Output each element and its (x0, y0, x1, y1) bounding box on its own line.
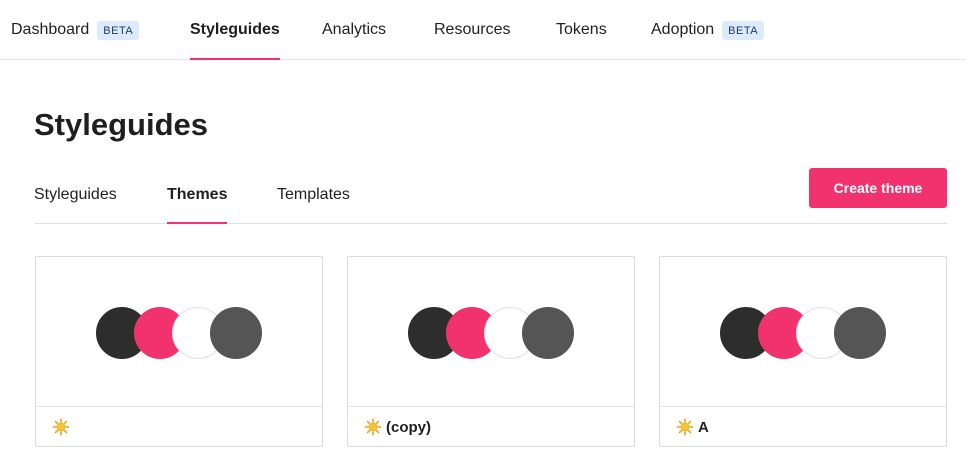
sun-icon (676, 418, 694, 436)
sun-icon (52, 418, 70, 436)
nav-item-label: Analytics (322, 21, 387, 38)
page-title: Styleguides (34, 107, 208, 142)
theme-card[interactable]: A (659, 256, 947, 447)
theme-name-row (52, 407, 74, 447)
tab-label: Themes (167, 185, 228, 203)
theme-preview (348, 257, 634, 407)
beta-badge: BETA (722, 20, 765, 40)
color-swatches (408, 307, 574, 359)
nav-item-resources[interactable]: Resources (434, 0, 510, 60)
theme-name: (copy) (386, 418, 431, 436)
beta-badge: BETA (97, 20, 140, 40)
theme-card[interactable]: (copy) (347, 256, 635, 447)
theme-name-row: (copy) (364, 407, 431, 447)
swatch-gray (522, 307, 574, 359)
nav-item-label: Dashboard (11, 21, 90, 38)
tab-label: Styleguides (34, 185, 117, 203)
tab-themes[interactable]: Themes (167, 166, 228, 224)
theme-preview (660, 257, 946, 407)
swatch-gray (210, 307, 262, 359)
theme-name: A (698, 418, 709, 436)
nav-item-tokens[interactable]: Tokens (556, 0, 607, 60)
nav-item-label: Adoption (651, 21, 715, 38)
nav-item-adoption[interactable]: Adoption BETA (651, 0, 765, 60)
theme-name-row: A (676, 407, 709, 447)
nav-item-styleguides[interactable]: Styleguides (190, 0, 280, 60)
create-theme-button[interactable]: Create theme (809, 168, 947, 208)
color-swatches (96, 307, 262, 359)
nav-item-label: Resources (434, 21, 511, 38)
tab-templates[interactable]: Templates (277, 166, 350, 223)
top-navigation: Dashboard BETA Styleguides Analytics Res… (0, 0, 966, 60)
theme-card[interactable] (35, 256, 323, 447)
tab-label: Templates (277, 185, 350, 203)
nav-item-analytics[interactable]: Analytics (322, 0, 386, 60)
tab-styleguides[interactable]: Styleguides (34, 166, 117, 223)
nav-item-label: Tokens (556, 21, 607, 38)
nav-item-label: Styleguides (190, 21, 280, 38)
nav-item-dashboard[interactable]: Dashboard BETA (11, 0, 140, 60)
color-swatches (720, 307, 886, 359)
theme-preview (36, 257, 322, 407)
sun-icon (364, 418, 382, 436)
swatch-gray (834, 307, 886, 359)
